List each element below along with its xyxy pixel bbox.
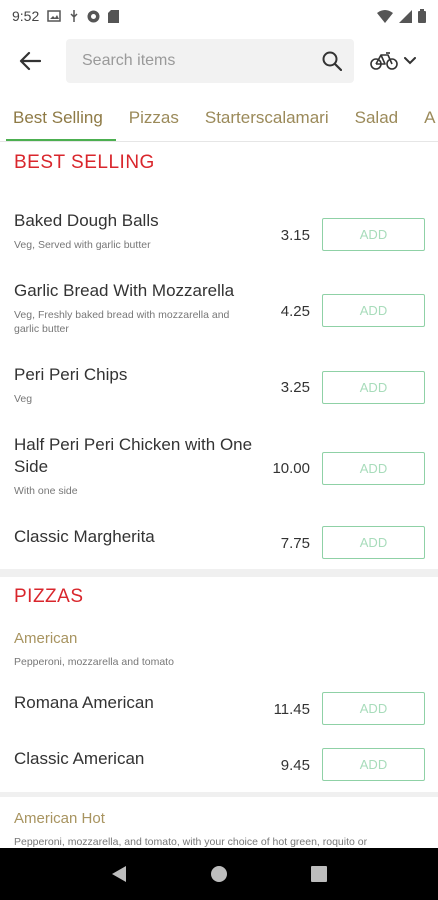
usb-icon: [69, 9, 79, 23]
section-divider: [0, 792, 438, 797]
item-name: Classic Margherita: [14, 527, 155, 546]
app-notification-icon: [87, 10, 100, 23]
delivery-mode-selector[interactable]: [370, 51, 416, 71]
item-price: 3.15: [280, 227, 310, 244]
tab-salad[interactable]: Salad: [342, 96, 411, 140]
tab-pizzas[interactable]: Pizzas: [116, 96, 192, 140]
section-title-pizzas: PIZZAS: [14, 586, 84, 607]
item-name: Romana American: [14, 693, 154, 712]
tab-starterscalamari[interactable]: Starterscalamari: [192, 96, 342, 140]
bicycle-icon: [370, 51, 398, 71]
tab-best-selling[interactable]: Best Selling: [0, 96, 116, 141]
top-bar: [0, 38, 438, 84]
item-name: Baked Dough Balls: [14, 211, 159, 230]
item-price: 9.45: [280, 757, 310, 774]
sd-card-icon: [108, 9, 120, 23]
item-name: Half Peri Peri Chicken with One Side: [14, 435, 253, 476]
system-navigation-bar: [0, 848, 438, 900]
add-button[interactable]: ADD: [322, 294, 425, 327]
image-notification-icon: [47, 10, 61, 22]
status-time: 9:52: [12, 8, 40, 24]
item-price: 11.45: [273, 701, 310, 718]
back-button[interactable]: [0, 38, 60, 84]
battery-icon: [418, 9, 426, 23]
item-name: Peri Peri Chips: [14, 365, 128, 384]
item-name: Garlic Bread With Mozzarella: [14, 281, 235, 300]
chevron-down-icon: [404, 57, 416, 65]
item-price: 10.00: [272, 460, 310, 477]
nav-back-icon[interactable]: [111, 865, 127, 883]
section-divider: [0, 569, 438, 577]
search-icon[interactable]: [322, 51, 342, 71]
search-bar[interactable]: [66, 39, 354, 83]
status-bar: 9:52: [0, 0, 438, 32]
add-button[interactable]: ADD: [322, 452, 425, 485]
add-button[interactable]: ADD: [322, 371, 425, 404]
item-price: 3.25: [280, 379, 310, 396]
section-title-best-selling: BEST SELLING: [14, 152, 155, 173]
wifi-icon: [377, 9, 393, 23]
signal-icon: [399, 9, 412, 23]
item-description: With one side: [14, 485, 78, 497]
arrow-left-icon: [19, 51, 41, 71]
add-button[interactable]: ADD: [322, 748, 425, 781]
item-description: Veg: [14, 393, 33, 405]
item-price: 7.75: [280, 535, 310, 552]
item-description: Veg, Served with garlic butter: [14, 239, 151, 251]
subcategory-description: Pepperoni, mozzarella, and tomato, with …: [14, 836, 368, 848]
add-button[interactable]: ADD: [322, 692, 425, 725]
tab-more[interactable]: A: [411, 96, 438, 140]
menu-list[interactable]: BEST SELLING Baked Dough Balls Veg, Serv…: [0, 142, 438, 848]
nav-recents-icon[interactable]: [310, 866, 327, 882]
add-button[interactable]: ADD: [322, 218, 425, 251]
subcategory-title: American: [14, 630, 78, 647]
nav-home-icon[interactable]: [210, 865, 228, 883]
add-button[interactable]: ADD: [322, 526, 425, 559]
item-description: Veg, Freshly baked bread with mozzarella…: [14, 309, 230, 335]
subcategory-description: Pepperoni, mozzarella and tomato: [14, 656, 174, 668]
subcategory-title: American Hot: [14, 810, 105, 827]
search-input[interactable]: [82, 52, 322, 70]
item-name: Classic American: [14, 749, 145, 768]
item-price: 4.25: [280, 303, 310, 320]
category-tabs: Best Selling Pizzas Starterscalamari Sal…: [0, 96, 438, 142]
